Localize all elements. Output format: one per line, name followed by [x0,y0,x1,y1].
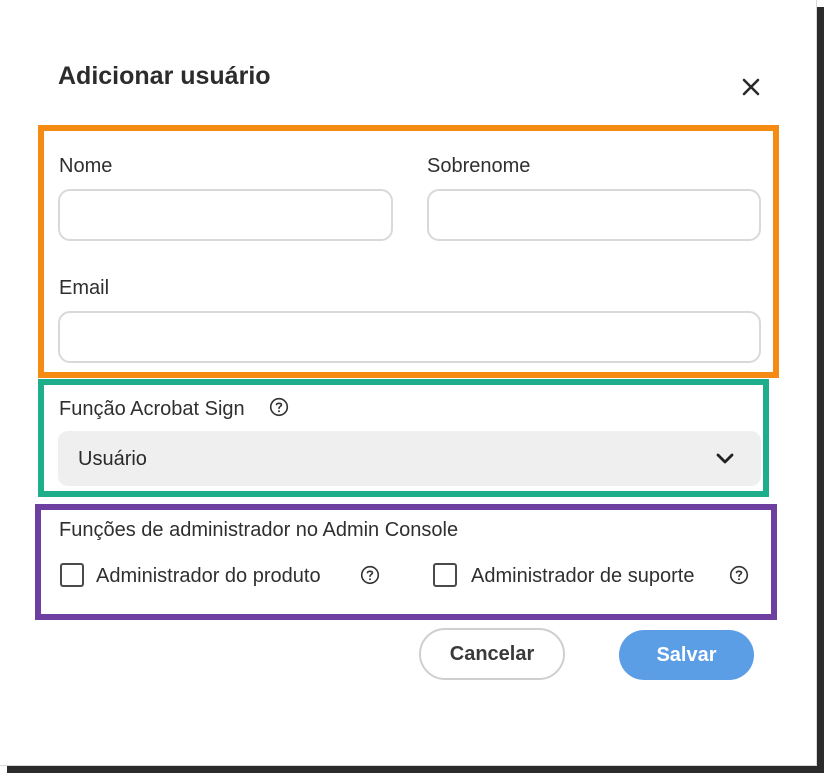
help-circle-icon[interactable] [269,397,289,417]
cancel-button[interactable]: Cancelar [419,628,565,680]
last-name-field[interactable] [427,189,761,241]
role-select-value: Usuário [78,448,147,470]
acrobat-sign-role-label: Função Acrobat Sign [59,398,245,420]
chevron-down-icon [716,453,734,464]
first-name-label: Nome [59,155,113,177]
close-icon[interactable] [738,74,764,100]
support-admin-label: Administrador de suporte [471,565,695,587]
admin-roles-heading: Funções de administrador no Admin Consol… [59,519,459,541]
help-circle-icon[interactable] [729,565,749,585]
product-admin-label: Administrador do produto [96,565,321,587]
product-admin-checkbox[interactable] [60,563,84,587]
dialog-title: Adicionar usuário [58,62,271,90]
last-name-label: Sobrenome [427,155,531,177]
support-admin-checkbox[interactable] [433,563,457,587]
help-circle-icon[interactable] [360,565,380,585]
acrobat-sign-role-select[interactable]: Usuário [58,431,761,486]
save-button[interactable]: Salvar [619,630,754,680]
email-label: Email [59,277,110,299]
first-name-field[interactable] [58,189,393,241]
add-user-dialog: Adicionar usuário Nome Sobrenome Email F… [0,0,817,766]
email-field[interactable] [58,311,761,363]
